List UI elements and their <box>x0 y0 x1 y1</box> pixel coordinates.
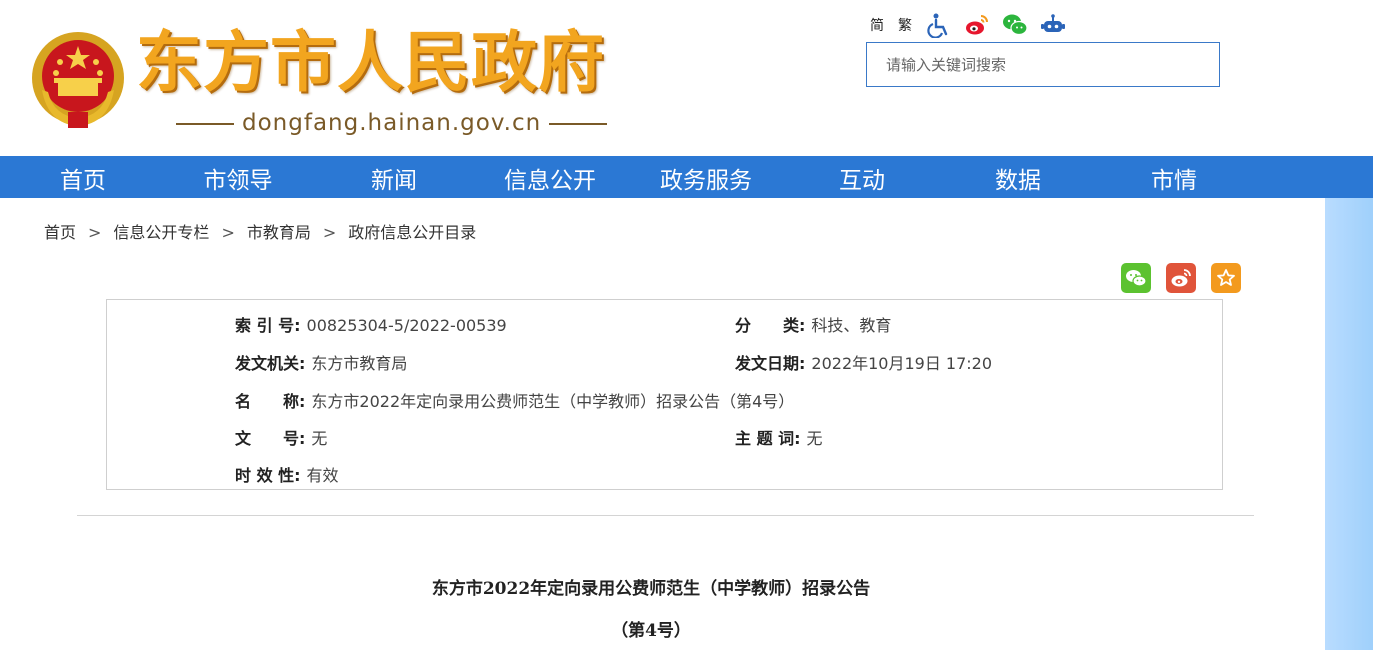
nav-item-interaction[interactable]: 互动 <box>818 156 906 198</box>
share-wechat-button[interactable] <box>1121 263 1151 293</box>
star-icon <box>1217 269 1235 286</box>
nav-item-news[interactable]: 新闻 <box>350 156 438 198</box>
nav-item-gov-services[interactable]: 政务服务 <box>650 156 762 198</box>
meta-docno-row: 文 号: 无 <box>235 425 327 449</box>
content-divider <box>77 515 1254 516</box>
document-title: 东方市2022年定向录用公费师范生（中学教师）招录公告 <box>431 579 871 599</box>
breadcrumb-info-column[interactable]: 信息公开专栏 <box>113 223 209 242</box>
meta-index-label: 索 引 号: <box>235 316 301 335</box>
breadcrumb-separator: > <box>88 223 102 242</box>
breadcrumb-info-catalog[interactable]: 政府信息公开目录 <box>348 223 476 242</box>
robot-assistant-icon[interactable] <box>1040 12 1066 38</box>
nav-item-city-overview[interactable]: 市情 <box>1130 156 1218 198</box>
wechat-share-icon <box>1126 270 1147 287</box>
breadcrumb-education-bureau[interactable]: 市教育局 <box>247 223 311 242</box>
site-title[interactable]: 东方市人民政府 <box>136 18 605 108</box>
site-header: 东方市人民政府 dongfang.hainan.gov.cn 简 繁 <box>0 0 1373 156</box>
meta-validity-value: 有效 <box>306 466 339 485</box>
search-box <box>866 42 1220 87</box>
meta-category-label: 分 类: <box>735 316 806 335</box>
nav-item-info-disclosure[interactable]: 信息公开 <box>495 156 605 198</box>
meta-issuer-label: 发文机关: <box>235 354 306 373</box>
simplified-chinese-link[interactable]: 简 <box>870 15 884 35</box>
national-emblem-logo[interactable] <box>28 28 128 132</box>
wechat-icon[interactable] <box>1002 12 1028 38</box>
breadcrumb-separator: > <box>221 223 235 242</box>
site-domain-text: dongfang.hainan.gov.cn <box>242 110 542 136</box>
meta-date-row: 发文日期: 2022年10月19日 17:20 <box>735 350 992 374</box>
meta-name-value: 东方市2022年定向录用公费师范生（中学教师）招录公告（第4号） <box>311 392 795 411</box>
meta-date-label: 发文日期: <box>735 354 806 373</box>
meta-issuer-row: 发文机关: 东方市教育局 <box>235 350 407 374</box>
meta-keywords-label: 主 题 词: <box>735 429 801 448</box>
document-metadata-table: 索 引 号: 00825304-5/2022-00539 分 类: 科技、教育 发文… <box>106 299 1223 490</box>
meta-index-row: 索 引 号: 00825304-5/2022-00539 <box>235 312 507 336</box>
meta-validity-row: 时 效 性: 有效 <box>235 462 339 486</box>
document-number: （第4号） <box>611 621 691 641</box>
meta-date-value: 2022年10月19日 17:20 <box>811 354 993 373</box>
breadcrumb: 首页 > 信息公开专栏 > 市教育局 > 政府信息公开目录 <box>44 219 476 243</box>
nav-item-leaders[interactable]: 市领导 <box>190 156 286 198</box>
site-domain: dongfang.hainan.gov.cn <box>168 110 615 136</box>
nav-item-home[interactable]: 首页 <box>38 156 128 198</box>
search-input[interactable] <box>867 43 1219 86</box>
meta-name-label: 名 称: <box>235 392 306 411</box>
meta-category-value: 科技、教育 <box>811 316 892 335</box>
breadcrumb-home[interactable]: 首页 <box>44 223 76 242</box>
meta-keywords-value: 无 <box>806 429 823 448</box>
accessibility-icon[interactable] <box>926 12 952 38</box>
weibo-icon[interactable] <box>964 12 990 38</box>
meta-index-value: 00825304-5/2022-00539 <box>306 316 507 335</box>
meta-docno-label: 文 号: <box>235 429 306 448</box>
traditional-chinese-link[interactable]: 繁 <box>898 15 912 35</box>
meta-category-row: 分 类: 科技、教育 <box>735 312 891 336</box>
meta-name-row: 名 称: 东方市2022年定向录用公费师范生（中学教师）招录公告（第4号） <box>235 388 794 412</box>
breadcrumb-separator: > <box>322 223 337 242</box>
weibo-share-icon <box>1171 269 1191 287</box>
meta-validity-label: 时 效 性: <box>235 466 301 485</box>
share-bar <box>1121 263 1241 293</box>
meta-issuer-value: 东方市教育局 <box>311 354 408 373</box>
side-decoration <box>1325 198 1373 650</box>
nav-item-data[interactable]: 数据 <box>974 156 1062 198</box>
meta-keywords-row: 主 题 词: 无 <box>735 425 823 449</box>
meta-docno-value: 无 <box>311 429 328 448</box>
share-weibo-button[interactable] <box>1166 263 1196 293</box>
top-utility-links: 简 繁 <box>870 12 1072 38</box>
add-favorite-button[interactable] <box>1211 263 1241 293</box>
main-nav: 首页 市领导 新闻 信息公开 政务服务 互动 数据 市情 <box>0 156 1373 198</box>
